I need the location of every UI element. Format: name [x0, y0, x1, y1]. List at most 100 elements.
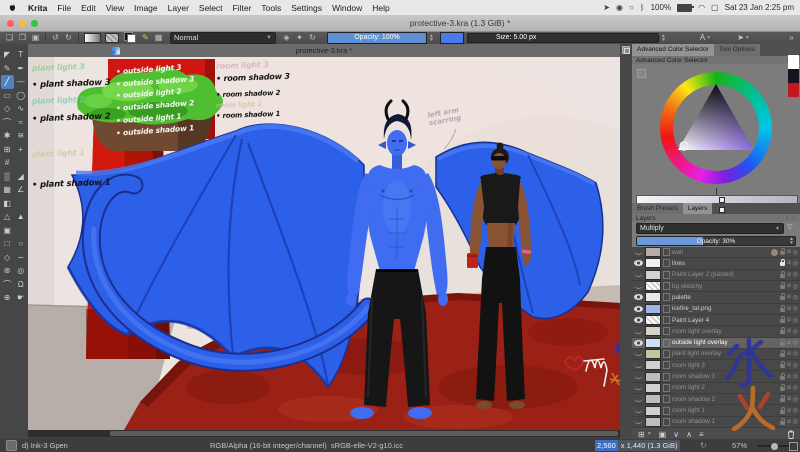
menu-edit[interactable]: Edit	[76, 3, 101, 13]
reload-preset-button[interactable]: ↻	[306, 33, 319, 42]
panel-splitter[interactable]	[620, 44, 632, 439]
duplicate-layer-button[interactable]: ▣	[659, 430, 667, 439]
add-layer-button[interactable]: ⊞	[638, 430, 645, 439]
tool-multibrush[interactable]: ≋	[14, 129, 27, 143]
tool-color-sampler[interactable]: ◢	[14, 170, 27, 184]
layer-visibility-toggle[interactable]	[634, 250, 643, 255]
tool-measure[interactable]: ∠	[14, 183, 27, 197]
layer-settings-icon[interactable]: ◎	[793, 271, 798, 278]
pattern-chooser[interactable]	[105, 33, 119, 43]
saturation-value-triangle[interactable]	[660, 72, 772, 184]
layer-visibility-toggle[interactable]	[634, 340, 643, 346]
layer-lock-icon[interactable]	[780, 387, 785, 391]
layer-alpha-icon[interactable]: α	[787, 362, 790, 368]
layer-alpha-icon[interactable]: α	[787, 294, 790, 300]
sync-icon[interactable]: ↻	[700, 441, 707, 450]
menu-window[interactable]: Window	[327, 3, 367, 13]
color-swatch[interactable]	[788, 83, 799, 97]
display-icon[interactable]: ▢	[711, 3, 719, 12]
layer-visibility-toggle[interactable]	[634, 260, 643, 266]
value-handle[interactable]	[719, 197, 725, 203]
mirror-vertical-button[interactable]: ➤▼	[737, 33, 750, 42]
tool-rectangle[interactable]: ▭	[1, 89, 14, 103]
layer-visibility-toggle[interactable]	[634, 272, 643, 277]
tool-polygon[interactable]: ◇	[1, 102, 14, 116]
tool-transform[interactable]: ⊞	[1, 143, 14, 157]
preserve-alpha-button[interactable]: ✦	[293, 33, 306, 42]
tool-crop[interactable]: #	[1, 156, 14, 170]
apple-menu-icon[interactable]	[8, 3, 17, 13]
tool-bezier-select[interactable]: ⌒	[1, 278, 14, 292]
horizontal-scrollbar[interactable]	[28, 430, 620, 437]
layer-settings-icon[interactable]: ◎	[793, 373, 798, 380]
brush-preset-chooser-button[interactable]: ▦	[152, 33, 165, 42]
layer-row[interactable]: icefire_tat.pngα◎	[632, 304, 800, 315]
layer-visibility-toggle[interactable]	[634, 306, 643, 312]
color-swatch[interactable]	[788, 69, 799, 83]
layer-row[interactable]: bg sketchyα◎	[632, 281, 800, 292]
canvas-only-button[interactable]	[789, 442, 798, 451]
horizontal-scrollbar-thumb[interactable]	[110, 431, 618, 436]
layer-settings-icon[interactable]: ◎	[793, 362, 798, 369]
layer-row[interactable]: plant light overlayα◎	[632, 349, 800, 360]
tool-freehand-brush[interactable]: ╱	[1, 75, 14, 89]
move-layer-down-button[interactable]: ∨	[673, 430, 679, 439]
open-document-button[interactable]: ❒	[16, 33, 29, 42]
tool-contiguous-select[interactable]: ◎	[14, 264, 27, 278]
tool-polyline[interactable]: ∿	[14, 102, 27, 116]
layer-alpha-icon[interactable]: α	[787, 340, 790, 346]
tab-tool-options[interactable]: Tool Options	[714, 44, 760, 56]
tool-pan[interactable]: ☛	[14, 291, 27, 305]
tool-similar-select[interactable]: ⊛	[1, 264, 14, 278]
tool-move[interactable]: +	[14, 143, 27, 157]
menu-file[interactable]: File	[52, 3, 76, 13]
tool-select-shapes[interactable]: ◤	[1, 48, 14, 62]
screen-share-icon[interactable]: ➤	[603, 3, 610, 12]
layer-alpha-icon[interactable]: α	[787, 351, 790, 357]
layer-settings-icon[interactable]: ◎	[793, 418, 798, 425]
menu-help[interactable]: Help	[367, 3, 394, 13]
blending-mode-dropdown[interactable]: Normal▼	[170, 32, 276, 44]
layer-blend-mode-dropdown[interactable]: Multiply▼	[636, 223, 784, 234]
status-circle-icon[interactable]: ○	[629, 3, 634, 12]
menu-krita[interactable]: Krita	[23, 3, 52, 13]
layer-lock-icon[interactable]	[780, 319, 785, 323]
document-size-chip[interactable]: 2,560 x 1,440 (1.3 GiB)	[595, 440, 680, 451]
tool-freehand-select[interactable]: ∽	[14, 251, 27, 265]
opacity-slider[interactable]: Opacity: 100%	[327, 32, 427, 44]
layer-row[interactable]: room light 3α◎	[632, 360, 800, 371]
layer-alpha-icon[interactable]: α	[787, 272, 790, 278]
tab-advanced-color-selector[interactable]: Advanced Color Selector	[632, 44, 714, 56]
brush-preset-name[interactable]: d) Ink-3 Gpen	[22, 441, 68, 450]
float-subwindow-button[interactable]	[622, 46, 630, 54]
tool-polygon-select[interactable]: ◇	[1, 251, 14, 265]
layer-alpha-icon[interactable]: α	[787, 306, 790, 312]
record-icon[interactable]: ◉	[616, 3, 623, 12]
selector-settings-icon[interactable]	[637, 69, 646, 78]
layer-visibility-toggle[interactable]	[634, 408, 643, 413]
undo-button[interactable]: ↺	[49, 33, 62, 42]
menubar-clock[interactable]: Sat 23 Jan 2:25 pm	[725, 3, 794, 12]
wifi-icon[interactable]: ◠	[698, 3, 705, 12]
layer-visibility-toggle[interactable]	[634, 317, 643, 323]
tool-ellipse-select[interactable]: ○	[14, 237, 27, 251]
zoom-slider[interactable]	[757, 445, 791, 447]
mirror-horizontal-button[interactable]: A▼	[700, 33, 711, 42]
tool-freehand-path[interactable]: ≈	[14, 116, 27, 130]
layer-settings-icon[interactable]: ◎	[793, 283, 798, 290]
layer-settings-icon[interactable]: ◎	[793, 294, 798, 301]
opacity-stepper[interactable]: ▲▼	[429, 34, 434, 42]
layer-row[interactable]: wallα◎	[632, 247, 800, 258]
layer-row[interactable]: paletteα◎	[632, 292, 800, 303]
layer-visibility-toggle[interactable]	[634, 329, 643, 334]
layer-settings-icon[interactable]: ◎	[793, 328, 798, 335]
layer-alpha-icon[interactable]: α	[787, 374, 790, 380]
eraser-mode-button[interactable]: ◈	[280, 33, 293, 42]
tool-assistants[interactable]: △	[1, 210, 14, 224]
menu-select[interactable]: Select	[194, 3, 228, 13]
layer-row[interactable]: outside light overlayα◎	[632, 338, 800, 349]
layer-alpha-icon[interactable]: α	[787, 396, 790, 402]
layers-header-icons[interactable]: ▪ ▪	[786, 215, 797, 221]
brush-preset-icon[interactable]	[6, 440, 17, 451]
layer-lock-icon[interactable]	[780, 353, 785, 357]
